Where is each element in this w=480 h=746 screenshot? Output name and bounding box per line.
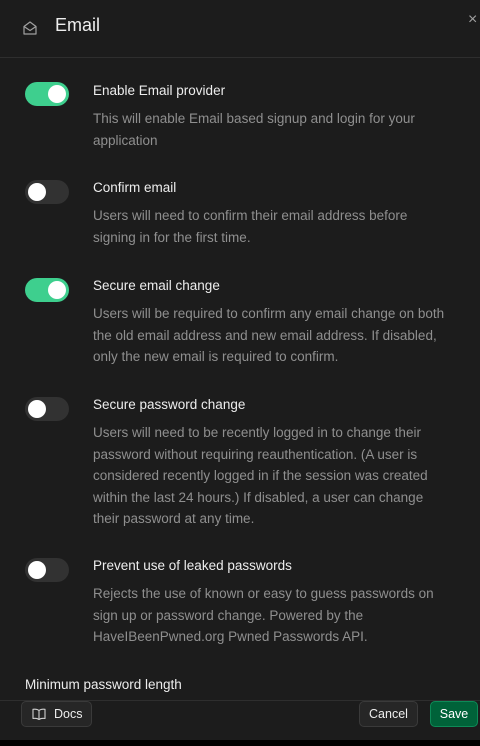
toggle-knob (28, 561, 46, 579)
docs-label: Docs (54, 707, 83, 721)
secure-email-change-toggle[interactable] (25, 278, 69, 302)
minimum-password-length-label: Minimum password length (25, 677, 182, 692)
setting-description: Users will be required to confirm any em… (93, 306, 445, 364)
setting-label: Secure email change (93, 278, 220, 293)
secure-password-change-toggle[interactable] (25, 397, 69, 421)
setting-description: Users will need to confirm their email a… (93, 208, 408, 245)
setting-description: This will enable Email based signup and … (93, 111, 415, 148)
setting-description: Rejects the use of known or easy to gues… (93, 586, 434, 644)
setting-label: Confirm email (93, 180, 177, 195)
prevent-leaked-passwords-toggle[interactable] (25, 558, 69, 582)
setting-label: Enable Email provider (93, 83, 226, 98)
setting-label: Prevent use of leaked passwords (93, 558, 292, 573)
cancel-button[interactable]: Cancel (359, 701, 418, 727)
toggle-knob (48, 85, 66, 103)
toggle-knob (48, 281, 66, 299)
save-button[interactable]: Save (430, 701, 478, 727)
settings-list: Enable Email provider This will enable E… (0, 58, 480, 700)
docs-button[interactable]: Docs (21, 701, 92, 727)
email-provider-panel: Email × Enable Email provider This will … (0, 0, 480, 746)
panel-header: Email × (0, 0, 480, 58)
book-icon (32, 708, 46, 720)
enable-email-provider-toggle[interactable] (25, 82, 69, 106)
setting-label: Secure password change (93, 397, 246, 412)
confirm-email-toggle[interactable] (25, 180, 69, 204)
mail-icon (23, 21, 37, 35)
close-icon[interactable]: × (468, 12, 480, 28)
bottom-edge (0, 740, 480, 746)
panel-footer: Docs Cancel Save (0, 700, 480, 740)
toggle-knob (28, 400, 46, 418)
toggle-knob (28, 183, 46, 201)
setting-description: Users will need to be recently logged in… (93, 425, 428, 526)
panel-title: Email (55, 15, 101, 35)
